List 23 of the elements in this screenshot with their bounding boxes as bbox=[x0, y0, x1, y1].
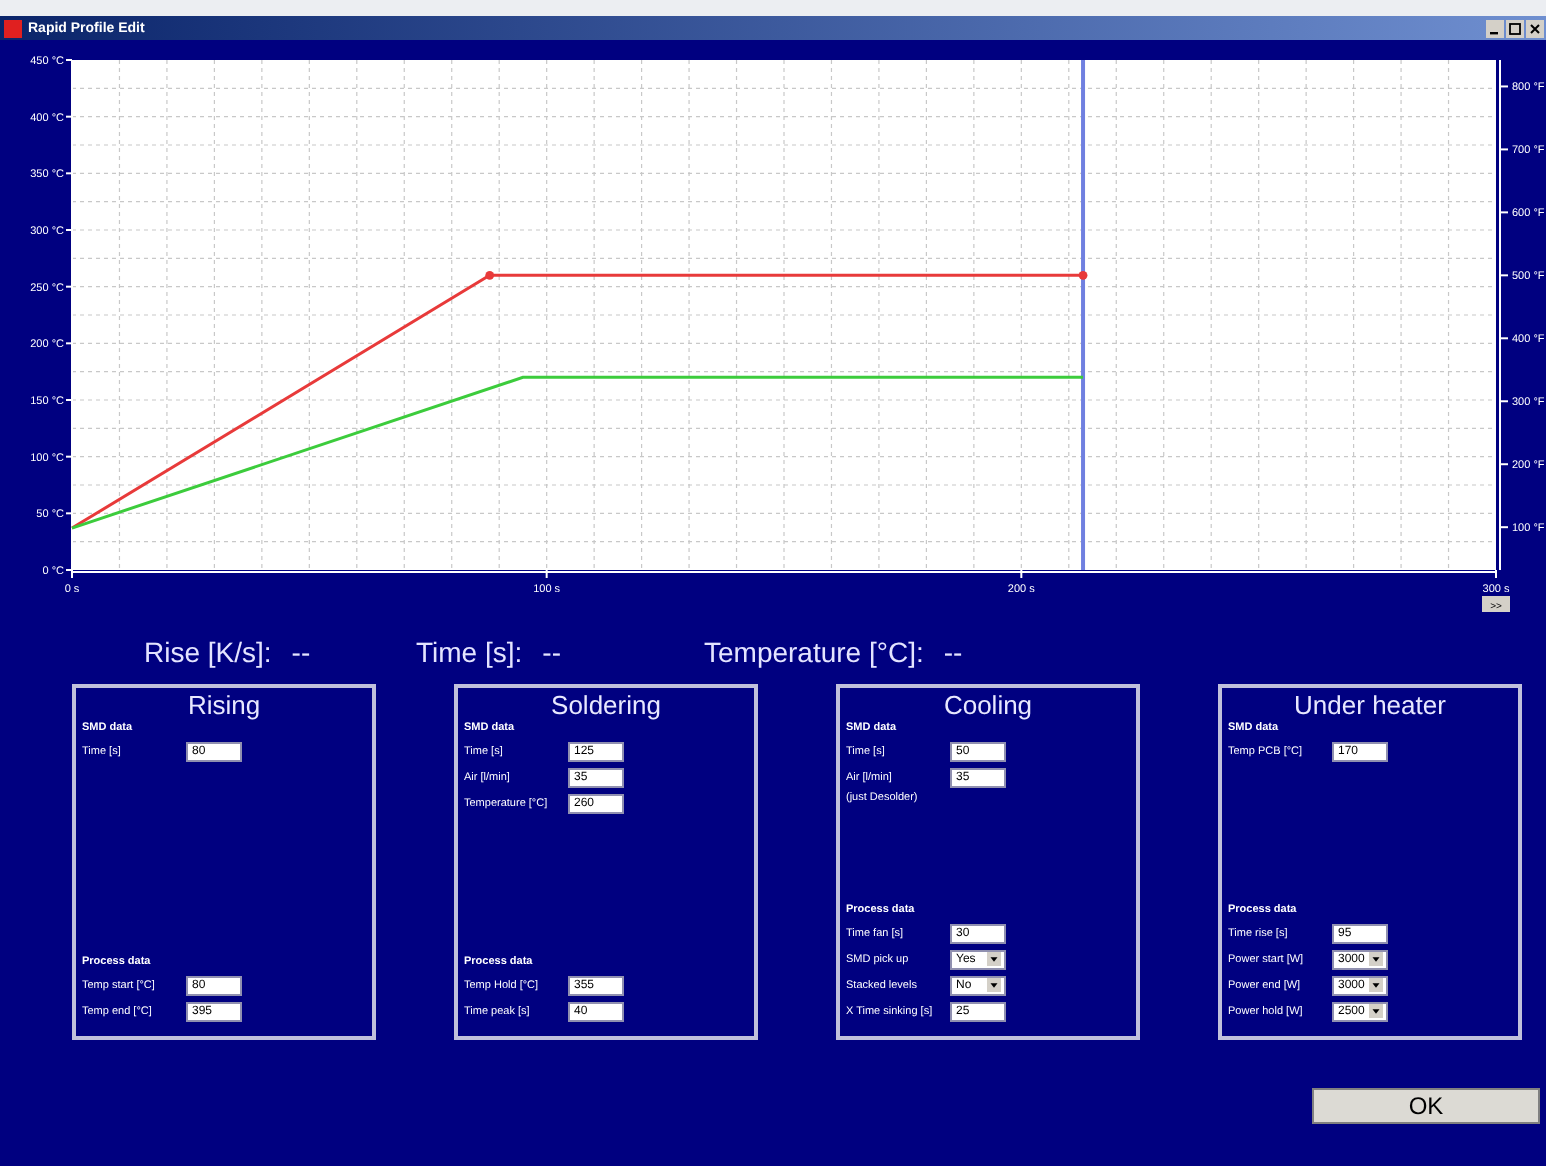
app-icon bbox=[4, 19, 22, 37]
caret-icon[interactable] bbox=[986, 952, 1002, 966]
point-marker[interactable] bbox=[1078, 270, 1088, 280]
panel-title: Cooling bbox=[941, 692, 1035, 720]
minimize-icon[interactable] bbox=[1486, 19, 1504, 37]
cursor-line[interactable] bbox=[1081, 60, 1086, 570]
maximize-icon[interactable] bbox=[1506, 19, 1524, 37]
reading-label: Temperature [°C]: bbox=[704, 636, 924, 668]
reading-value: -- bbox=[943, 636, 963, 668]
panel-title: Under heater bbox=[1292, 692, 1448, 720]
reading-value: -- bbox=[291, 636, 311, 668]
point-marker[interactable] bbox=[485, 270, 495, 280]
caret-icon[interactable] bbox=[1368, 952, 1384, 966]
caret-icon[interactable] bbox=[986, 978, 1002, 992]
reading-label: Rise [K/s]: bbox=[144, 636, 272, 668]
ok-button[interactable]: OK bbox=[1312, 1088, 1540, 1124]
reading-label: Time [s]: bbox=[416, 636, 523, 668]
close-icon[interactable] bbox=[1526, 19, 1544, 37]
caret-icon[interactable] bbox=[1368, 978, 1384, 992]
panel-title: Soldering bbox=[549, 692, 663, 720]
reading-value: -- bbox=[542, 636, 561, 668]
caret-icon[interactable] bbox=[1368, 1004, 1384, 1018]
panel-title: Rising bbox=[185, 692, 263, 720]
